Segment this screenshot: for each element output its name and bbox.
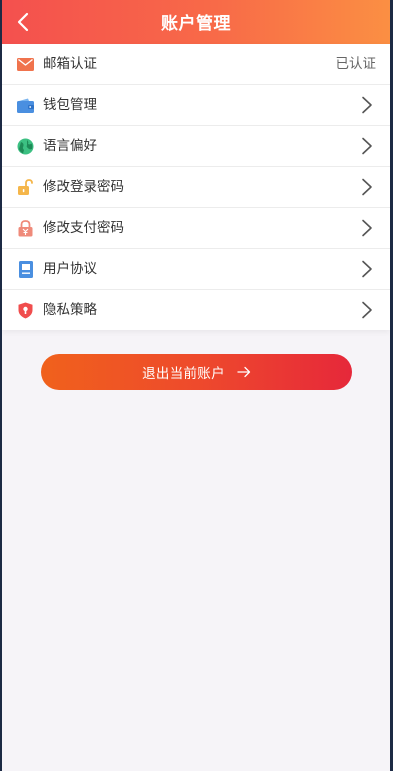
menu-item-wallet-management[interactable]: 钱包管理 bbox=[2, 85, 390, 126]
chevron-right-icon bbox=[362, 96, 372, 114]
menu-item-privacy-policy[interactable]: 隐私策略 bbox=[2, 290, 390, 330]
logout-label: 退出当前账户 bbox=[142, 366, 225, 382]
menu-item-label: 修改登录密码 bbox=[43, 179, 124, 195]
menu-item-label: 邮箱认证 bbox=[43, 56, 97, 72]
chevron-right-icon bbox=[362, 301, 372, 319]
page-title: 账户管理 bbox=[161, 14, 231, 34]
menu-item-user-agreement[interactable]: 用户协议 bbox=[2, 249, 390, 290]
account-menu: 邮箱认证 已认证 钱包管理 语言偏好 修改登录密码 修改支付密码 用户协议 隐私… bbox=[2, 44, 390, 330]
arrow-right-icon bbox=[237, 366, 251, 378]
header-bar: 账户管理 bbox=[2, 0, 390, 44]
shield-icon bbox=[17, 302, 34, 319]
unlock-icon bbox=[17, 179, 34, 196]
menu-item-email-verification[interactable]: 邮箱认证 已认证 bbox=[2, 44, 390, 85]
mail-icon bbox=[17, 56, 34, 73]
logout-button[interactable]: 退出当前账户 bbox=[41, 354, 352, 390]
payment-lock-icon bbox=[17, 220, 34, 237]
chevron-right-icon bbox=[362, 178, 372, 196]
chevron-right-icon bbox=[362, 137, 372, 155]
verification-status: 已认证 bbox=[335, 56, 377, 72]
menu-item-language-preference[interactable]: 语言偏好 bbox=[2, 126, 390, 167]
globe-icon bbox=[17, 138, 34, 155]
menu-item-change-login-password[interactable]: 修改登录密码 bbox=[2, 167, 390, 208]
menu-item-label: 隐私策略 bbox=[43, 302, 97, 318]
menu-item-change-payment-password[interactable]: 修改支付密码 bbox=[2, 208, 390, 249]
wallet-icon bbox=[17, 97, 34, 114]
menu-item-label: 语言偏好 bbox=[43, 138, 97, 154]
menu-item-label: 用户协议 bbox=[43, 261, 97, 277]
chevron-right-icon bbox=[362, 260, 372, 278]
app-screen: 账户管理 邮箱认证 已认证 钱包管理 语言偏好 修改登录密码 修改支付密码 用户… bbox=[2, 0, 390, 771]
menu-item-label: 钱包管理 bbox=[43, 97, 97, 113]
chevron-right-icon bbox=[362, 219, 372, 237]
menu-item-label: 修改支付密码 bbox=[43, 220, 124, 236]
document-icon bbox=[17, 261, 34, 278]
